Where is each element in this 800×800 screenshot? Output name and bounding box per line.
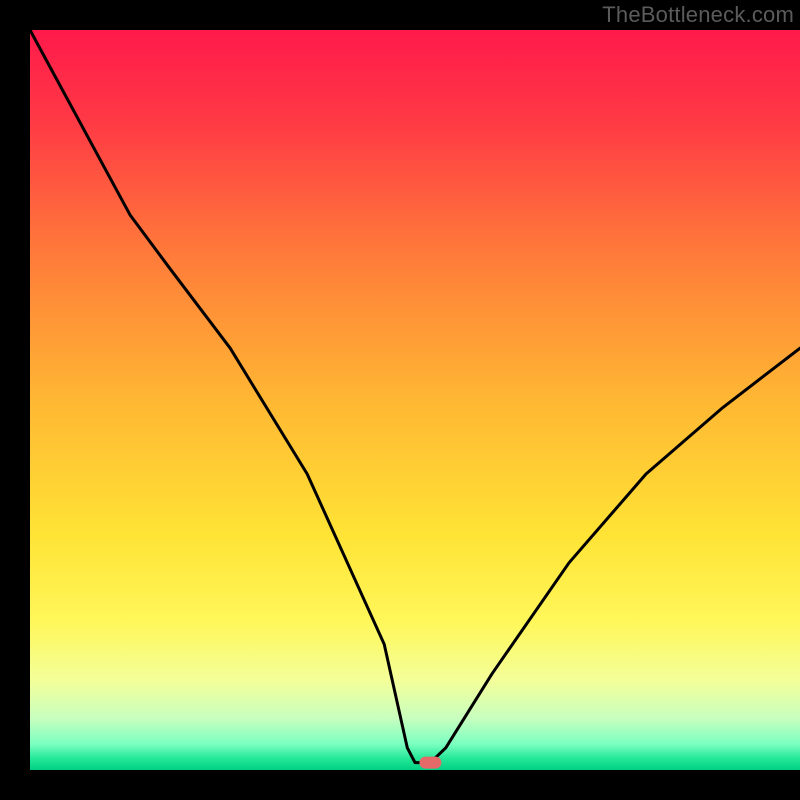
plot-background [30,30,800,770]
optimal-point-marker [419,757,441,769]
chart-frame: TheBottleneck.com [0,0,800,800]
watermark-text: TheBottleneck.com [602,2,794,28]
bottleneck-chart [0,0,800,800]
